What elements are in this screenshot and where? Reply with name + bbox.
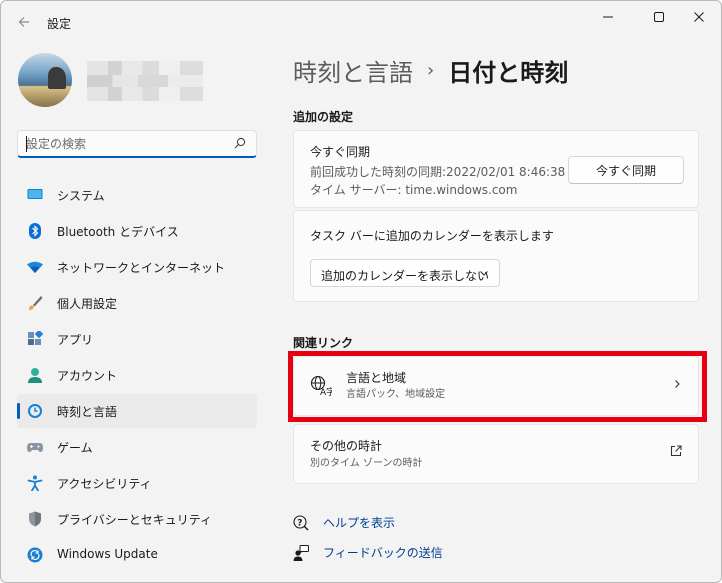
sidebar-item-label: システム xyxy=(57,189,105,203)
sidebar-item-label: 個人用設定 xyxy=(57,297,118,311)
external-link-icon xyxy=(670,445,682,457)
sidebar-item-gaming[interactable]: ゲーム xyxy=(17,430,257,464)
minimize-button[interactable] xyxy=(585,1,631,33)
sidebar-item-accounts[interactable]: アカウント xyxy=(17,358,257,392)
help-link[interactable]: ? ヘルプを表示 xyxy=(293,514,395,531)
sync-title: 今すぐ同期 xyxy=(310,145,371,159)
account-icon xyxy=(27,367,43,383)
close-icon xyxy=(694,12,704,22)
sidebar-item-time-language[interactable]: 時刻と言語 xyxy=(17,394,257,428)
time-server-text: タイム サーバー: time.windows.com xyxy=(310,183,518,197)
bluetooth-icon xyxy=(27,223,43,239)
sidebar-item-label: ゲーム xyxy=(57,441,93,455)
text-caret xyxy=(26,136,27,152)
sync-now-button[interactable]: 今すぐ同期 xyxy=(568,156,684,184)
back-arrow-icon xyxy=(18,17,29,27)
title-bar: 設定 xyxy=(1,1,721,41)
brush-icon xyxy=(27,295,43,311)
sync-now-card: 今すぐ同期 前回成功した時刻の同期:2022/02/01 8:46:38 タイム… xyxy=(293,130,699,208)
settings-window: 設定 システム Bluetooth とデバイス ネットワークとインターネット xyxy=(0,0,722,583)
section-heading-related: 関連リンク xyxy=(293,336,354,350)
svg-text:?: ? xyxy=(297,518,302,528)
other-clocks-title: その他の時計 xyxy=(310,439,383,453)
sidebar-item-label: Bluetooth とデバイス xyxy=(57,225,179,239)
last-sync-text: 前回成功した時刻の同期:2022/02/01 8:46:38 xyxy=(310,165,566,179)
sidebar-item-personalization[interactable]: 個人用設定 xyxy=(17,286,257,320)
calendar-dropdown[interactable]: 追加のカレンダーを表示しない xyxy=(310,259,500,287)
other-clocks-subtitle: 別のタイム ゾーンの時計 xyxy=(310,458,423,469)
page-title: 日付と時刻 xyxy=(448,59,569,87)
search-input[interactable] xyxy=(26,135,226,153)
sidebar-item-windows-update[interactable]: Windows Update xyxy=(17,538,257,572)
sidebar-item-label: 時刻と言語 xyxy=(57,405,118,419)
blurred-user-name xyxy=(87,61,203,101)
help-icon: ? xyxy=(293,514,309,531)
feedback-link-label[interactable]: フィードバックの送信 xyxy=(323,544,443,561)
search-box[interactable] xyxy=(17,130,257,158)
sidebar-item-accessibility[interactable]: アクセシビリティ xyxy=(17,466,257,500)
back-button[interactable] xyxy=(11,9,37,35)
system-display-icon xyxy=(27,187,43,203)
sidebar-item-label: アプリ xyxy=(57,333,94,347)
breadcrumb-separator: › xyxy=(427,60,435,81)
feedback-icon xyxy=(293,544,309,561)
maximize-icon xyxy=(654,12,664,22)
breadcrumb-parent[interactable]: 時刻と言語 xyxy=(293,53,413,88)
section-heading-additional: 追加の設定 xyxy=(293,110,354,124)
breadcrumb: 時刻と言語 › 日付と時刻 xyxy=(293,53,568,88)
sidebar-item-apps[interactable]: アプリ xyxy=(17,322,257,356)
close-button[interactable] xyxy=(676,1,721,33)
sidebar-item-label: ネットワークとインターネット xyxy=(57,261,226,275)
windows-update-icon xyxy=(27,547,43,563)
help-link-label[interactable]: ヘルプを表示 xyxy=(323,514,395,531)
search-icon[interactable] xyxy=(234,137,246,149)
sidebar-item-label: アカウント xyxy=(57,369,118,383)
chevron-down-icon xyxy=(480,271,488,276)
sidebar-item-bluetooth[interactable]: Bluetooth とデバイス xyxy=(17,214,257,248)
other-clocks-link[interactable]: その他の時計 別のタイム ゾーンの時計 xyxy=(293,424,699,484)
sidebar-item-label: アクセシビリティ xyxy=(57,477,152,491)
apps-icon xyxy=(27,331,43,347)
highlight-box xyxy=(288,351,707,422)
sidebar-item-label: プライバシーとセキュリティ xyxy=(57,513,213,527)
sidebar-item-privacy[interactable]: プライバシーとセキュリティ xyxy=(17,502,257,536)
calendar-label: タスク バーに追加のカレンダーを表示します xyxy=(310,229,554,243)
avatar[interactable] xyxy=(18,53,72,107)
app-title: 設定 xyxy=(47,17,72,31)
gamepad-icon xyxy=(27,439,43,455)
calendar-card: タスク バーに追加のカレンダーを表示します 追加のカレンダーを表示しない xyxy=(293,210,699,302)
active-indicator xyxy=(17,403,20,419)
time-language-icon xyxy=(27,403,43,419)
sidebar-item-label: Windows Update xyxy=(57,547,158,561)
sidebar-item-network[interactable]: ネットワークとインターネット xyxy=(17,250,257,284)
accessibility-icon xyxy=(27,475,43,491)
wifi-icon xyxy=(27,259,43,275)
feedback-link[interactable]: フィードバックの送信 xyxy=(293,544,443,561)
sidebar-item-system[interactable]: システム xyxy=(17,178,257,212)
shield-icon xyxy=(27,511,43,527)
minimize-icon xyxy=(603,16,613,18)
calendar-dropdown-value: 追加のカレンダーを表示しない xyxy=(321,269,490,283)
